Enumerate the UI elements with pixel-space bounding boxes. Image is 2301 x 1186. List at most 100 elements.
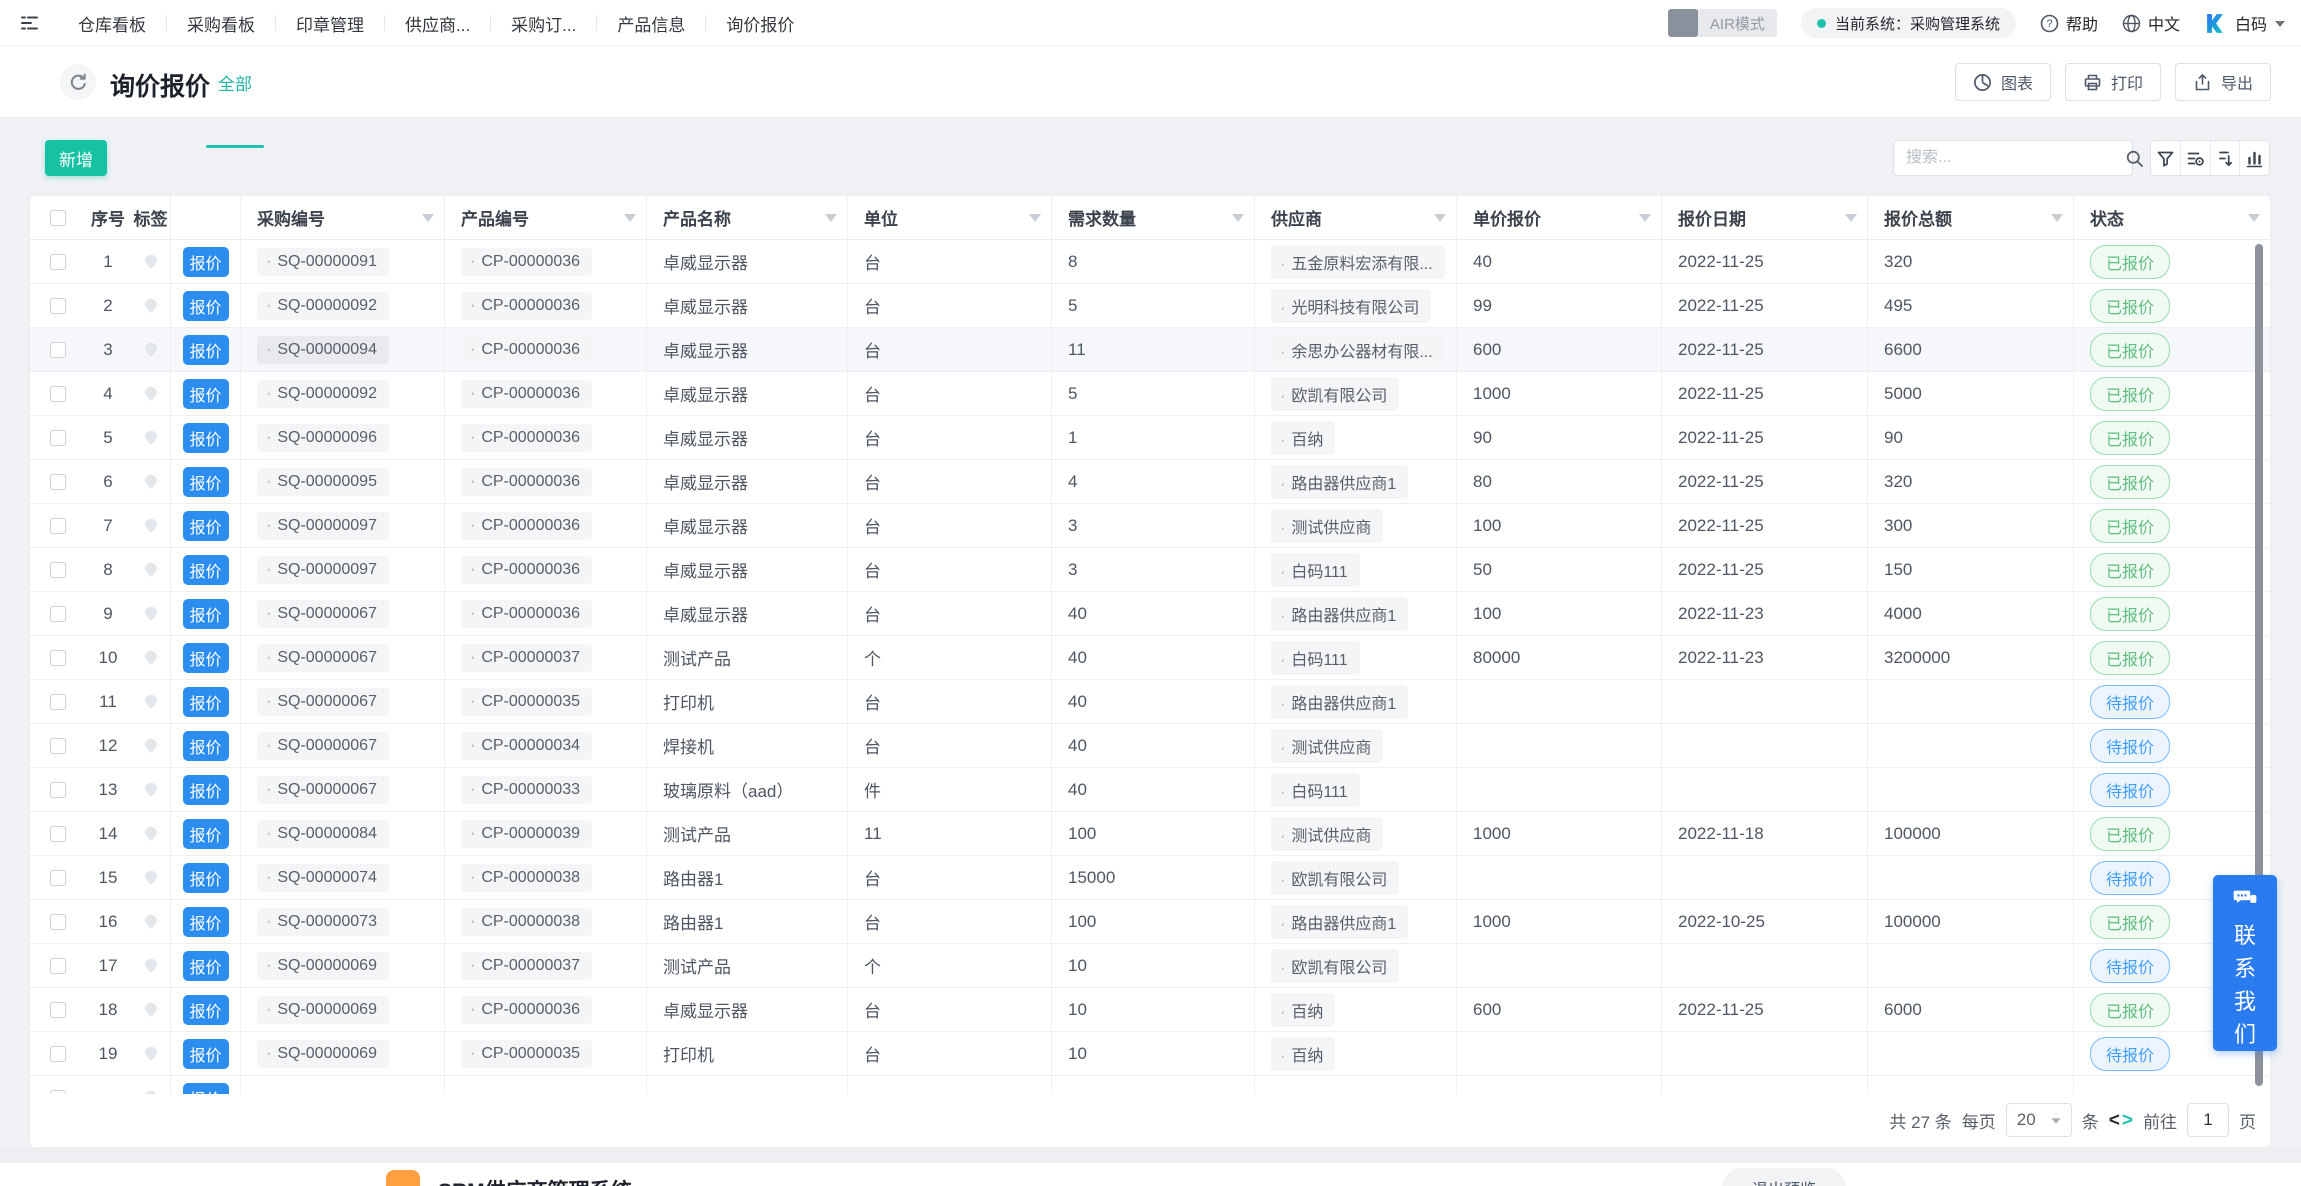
- sort-caret-icon[interactable]: [825, 214, 837, 222]
- quote-button[interactable]: 报价: [183, 951, 229, 981]
- row-checkbox[interactable]: [50, 694, 66, 710]
- sort-caret-icon[interactable]: [1232, 214, 1244, 222]
- quote-button[interactable]: 报价: [183, 1083, 229, 1095]
- row-checkbox[interactable]: [50, 870, 66, 886]
- refresh-button[interactable]: [60, 64, 96, 100]
- sort-caret-icon[interactable]: [2051, 214, 2063, 222]
- sort-caret-icon[interactable]: [1434, 214, 1446, 222]
- nav-item[interactable]: 产品信息: [597, 11, 705, 36]
- row-checkbox[interactable]: [50, 1046, 66, 1062]
- table-row[interactable]: 17 报价 SQ-00000069 CP-00000037 测试产品 个 10 …: [30, 944, 2270, 988]
- nav-item[interactable]: 采购看板: [167, 11, 275, 36]
- sort-caret-icon[interactable]: [624, 214, 636, 222]
- nav-item[interactable]: 仓库看板: [58, 11, 166, 36]
- quote-button[interactable]: 报价: [183, 731, 229, 761]
- table-row[interactable]: 19 报价 SQ-00000069 CP-00000035 打印机 台 10 百…: [30, 1032, 2270, 1076]
- row-checkbox[interactable]: [50, 474, 66, 490]
- print-button[interactable]: 打印: [2065, 63, 2161, 101]
- table-row[interactable]: 8 报价 SQ-00000097 CP-00000036 卓威显示器 台 3 白…: [30, 548, 2270, 592]
- quote-button[interactable]: 报价: [183, 291, 229, 321]
- quote-button[interactable]: 报价: [183, 687, 229, 717]
- export-button[interactable]: 导出: [2175, 63, 2271, 101]
- row-checkbox[interactable]: [50, 782, 66, 798]
- row-checkbox[interactable]: [50, 562, 66, 578]
- next-page-button[interactable]: >: [2122, 1111, 2133, 1130]
- sort-caret-icon[interactable]: [1845, 214, 1857, 222]
- help-link[interactable]: ? 帮助: [2040, 11, 2098, 35]
- search-input[interactable]: [1894, 149, 2125, 167]
- table-row[interactable]: 14 报价 SQ-00000084 CP-00000039 测试产品 11 10…: [30, 812, 2270, 856]
- row-checkbox[interactable]: [50, 342, 66, 358]
- row-checkbox[interactable]: [50, 650, 66, 666]
- table-row[interactable]: 7 报价 SQ-00000097 CP-00000036 卓威显示器 台 3 测…: [30, 504, 2270, 548]
- table-row[interactable]: 1 报价 SQ-00000091 CP-00000036 卓威显示器 台 8 五…: [30, 240, 2270, 284]
- menu-icon[interactable]: [18, 12, 40, 34]
- nav-item[interactable]: 询价报价: [706, 11, 814, 36]
- quote-button[interactable]: 报价: [183, 819, 229, 849]
- quote-button[interactable]: 报价: [183, 599, 229, 629]
- quote-button[interactable]: 报价: [183, 379, 229, 409]
- quote-button[interactable]: 报价: [183, 775, 229, 805]
- table-row[interactable]: 4 报价 SQ-00000092 CP-00000036 卓威显示器 台 5 欧…: [30, 372, 2270, 416]
- table-row[interactable]: 16 报价 SQ-00000073 CP-00000038 路由器1 台 100…: [30, 900, 2270, 944]
- table-row[interactable]: 13 报价 SQ-00000067 CP-00000033 玻璃原料（aad） …: [30, 768, 2270, 812]
- table-row[interactable]: 18 报价 SQ-00000069 CP-00000036 卓威显示器 台 10…: [30, 988, 2270, 1032]
- search-button[interactable]: [2125, 149, 2144, 168]
- nav-item[interactable]: 采购订...: [491, 11, 596, 36]
- quote-button[interactable]: 报价: [183, 907, 229, 937]
- row-checkbox[interactable]: [50, 1090, 66, 1095]
- table-row[interactable]: 报价: [30, 1076, 2270, 1094]
- row-checkbox[interactable]: [50, 914, 66, 930]
- prev-page-button[interactable]: <: [2109, 1111, 2120, 1130]
- filter-button[interactable]: [2151, 141, 2180, 175]
- table-row[interactable]: 3 报价 SQ-00000094 CP-00000036 卓威显示器 台 11 …: [30, 328, 2270, 372]
- quote-button[interactable]: 报价: [183, 863, 229, 893]
- quote-button[interactable]: 报价: [183, 247, 229, 277]
- tab-all[interactable]: 全部: [206, 70, 264, 95]
- row-checkbox[interactable]: [50, 826, 66, 842]
- row-checkbox[interactable]: [50, 518, 66, 534]
- page-number-input[interactable]: 1: [2187, 1103, 2229, 1137]
- row-checkbox[interactable]: [50, 606, 66, 622]
- row-checkbox[interactable]: [50, 1002, 66, 1018]
- sort-caret-icon[interactable]: [1639, 214, 1651, 222]
- table-row[interactable]: 11 报价 SQ-00000067 CP-00000035 打印机 台 40 路…: [30, 680, 2270, 724]
- row-checkbox[interactable]: [50, 958, 66, 974]
- quote-button[interactable]: 报价: [183, 995, 229, 1025]
- chart-view-button[interactable]: [2239, 141, 2269, 175]
- row-height-button[interactable]: [2210, 141, 2240, 175]
- table-row[interactable]: 6 报价 SQ-00000095 CP-00000036 卓威显示器 台 4 路…: [30, 460, 2270, 504]
- quote-button[interactable]: 报价: [183, 555, 229, 585]
- select-all-checkbox[interactable]: [50, 210, 66, 226]
- nav-item[interactable]: 供应商...: [385, 11, 490, 36]
- row-checkbox[interactable]: [50, 738, 66, 754]
- table-row[interactable]: 5 报价 SQ-00000096 CP-00000036 卓威显示器 台 1 百…: [30, 416, 2270, 460]
- nav-item[interactable]: 印章管理: [276, 11, 384, 36]
- table-row[interactable]: 15 报价 SQ-00000074 CP-00000038 路由器1 台 150…: [30, 856, 2270, 900]
- contact-us-widget[interactable]: 联系我们: [2213, 875, 2277, 1051]
- table-row[interactable]: 12 报价 SQ-00000067 CP-00000034 焊接机 台 40 测…: [30, 724, 2270, 768]
- quote-button[interactable]: 报价: [183, 467, 229, 497]
- add-button[interactable]: 新增: [45, 140, 107, 176]
- air-mode-toggle[interactable]: AIR模式: [1668, 9, 1777, 37]
- sort-caret-icon[interactable]: [1029, 214, 1041, 222]
- table-row[interactable]: 9 报价 SQ-00000067 CP-00000036 卓威显示器 台 40 …: [30, 592, 2270, 636]
- quote-button[interactable]: 报价: [183, 335, 229, 365]
- table-row[interactable]: 2 报价 SQ-00000092 CP-00000036 卓威显示器 台 5 光…: [30, 284, 2270, 328]
- table-row[interactable]: 10 报价 SQ-00000067 CP-00000037 测试产品 个 40 …: [30, 636, 2270, 680]
- quote-button[interactable]: 报价: [183, 511, 229, 541]
- column-settings-button[interactable]: [2180, 141, 2210, 175]
- page-size-select[interactable]: 20: [2006, 1103, 2072, 1137]
- quote-button[interactable]: 报价: [183, 643, 229, 673]
- row-checkbox[interactable]: [50, 254, 66, 270]
- row-checkbox[interactable]: [50, 298, 66, 314]
- sort-caret-icon[interactable]: [2248, 214, 2260, 222]
- row-checkbox[interactable]: [50, 386, 66, 402]
- chart-button[interactable]: 图表: [1955, 63, 2051, 101]
- quote-button[interactable]: 报价: [183, 423, 229, 453]
- language-switch[interactable]: 中文: [2122, 11, 2180, 35]
- brand-menu[interactable]: 白码: [2204, 11, 2285, 35]
- sort-caret-icon[interactable]: [422, 214, 434, 222]
- quote-button[interactable]: 报价: [183, 1039, 229, 1069]
- row-checkbox[interactable]: [50, 430, 66, 446]
